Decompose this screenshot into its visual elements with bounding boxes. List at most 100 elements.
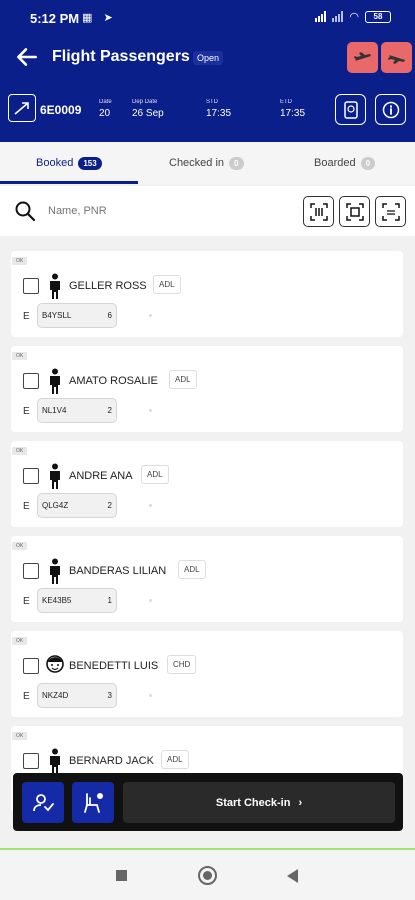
passenger-name: ANDRE ANA bbox=[69, 470, 133, 482]
wifi-icon: ◠ bbox=[349, 11, 359, 23]
tab-boarded[interactable]: Boarded 0 bbox=[314, 142, 376, 184]
booking-status: OK bbox=[12, 447, 28, 455]
passenger-name: BANDERAS LILIAN bbox=[69, 565, 167, 577]
passenger-tabs: Booked 153 Checked in 0 Boarded 0 bbox=[0, 142, 415, 184]
passenger-type-badge: ADL bbox=[141, 465, 169, 484]
passenger-card[interactable]: OK BENEDETTI LUIS CHD E NKZ4D 3 bbox=[11, 631, 403, 717]
passenger-checkbox[interactable] bbox=[23, 563, 39, 579]
recents-icon[interactable] bbox=[116, 870, 127, 881]
pnr-pax-count: 2 bbox=[107, 501, 112, 510]
child-icon bbox=[46, 655, 64, 673]
booking-status: OK bbox=[12, 732, 28, 740]
pnr-chip[interactable]: NL1V4 2 bbox=[37, 398, 117, 423]
notification-icons: ▦ ➤ bbox=[82, 12, 117, 24]
tab-label: Booked bbox=[36, 157, 74, 169]
adult-icon bbox=[50, 558, 60, 584]
passenger-name: AMATO ROSALIE bbox=[69, 375, 158, 387]
booking-status: OK bbox=[12, 352, 28, 360]
flight-status-badge: Open bbox=[193, 51, 224, 65]
back-arrow-icon[interactable] bbox=[14, 44, 40, 70]
tab-count: 153 bbox=[78, 156, 102, 170]
passenger-type-badge: CHD bbox=[167, 655, 197, 674]
tab-booked[interactable]: Booked 153 bbox=[36, 142, 102, 184]
passenger-checkbox[interactable] bbox=[23, 753, 39, 769]
info-button[interactable] bbox=[375, 94, 406, 125]
status-bar: 5:12 PM ▦ ➤ ◠ 58 bbox=[0, 0, 415, 36]
passenger-checkbox[interactable] bbox=[23, 278, 39, 294]
separator-dot bbox=[149, 504, 152, 507]
booking-status: OK bbox=[12, 542, 28, 550]
active-tab-indicator bbox=[0, 181, 138, 184]
mrz-scan-icon bbox=[381, 202, 400, 221]
passenger-checkbox[interactable] bbox=[23, 658, 39, 674]
cabin-class: E bbox=[23, 691, 30, 702]
plane-takeoff-icon bbox=[14, 102, 29, 115]
flight-info: 6E0009 Date 20 Dep Date 26 Sep STD 17:35… bbox=[0, 88, 415, 132]
pnr-code: NKZ4D bbox=[42, 691, 69, 700]
tab-count: 0 bbox=[360, 156, 376, 170]
adult-icon bbox=[50, 463, 60, 489]
adult-icon bbox=[50, 273, 60, 299]
page-title: Flight Passengers bbox=[52, 48, 190, 65]
passport-button[interactable] bbox=[335, 94, 366, 125]
tab-checked-in[interactable]: Checked in 0 bbox=[169, 142, 244, 184]
passenger-card[interactable]: OK AMATO ROSALIE ADL E NL1V4 2 bbox=[11, 346, 403, 432]
barcode-scan-button[interactable] bbox=[303, 196, 334, 227]
passenger-checkbox[interactable] bbox=[23, 468, 39, 484]
flight-field-dep-date: Dep Date 26 Sep bbox=[132, 99, 164, 119]
field-value: 17:35 bbox=[280, 108, 306, 119]
home-icon[interactable] bbox=[198, 866, 217, 885]
mrz-scan-button[interactable] bbox=[375, 196, 406, 227]
chevron-right-icon: › bbox=[298, 796, 303, 809]
signal-icon bbox=[315, 11, 327, 22]
pnr-code: NL1V4 bbox=[42, 406, 67, 415]
tab-label: Boarded bbox=[314, 157, 356, 169]
seat-map-button[interactable] bbox=[72, 782, 114, 823]
back-nav-icon[interactable] bbox=[287, 869, 298, 883]
flight-number: 6E0009 bbox=[40, 103, 82, 117]
document-scan-icon bbox=[345, 202, 364, 221]
separator-dot bbox=[149, 409, 152, 412]
plane-depart-icon bbox=[353, 51, 371, 61]
group-select-button[interactable] bbox=[22, 782, 64, 823]
arrival-button[interactable] bbox=[381, 42, 412, 73]
passenger-card[interactable]: OK GELLER ROSS ADL E B4YSLL 6 bbox=[11, 251, 403, 337]
start-checkin-label: Start Check-in bbox=[215, 796, 291, 809]
battery-level: 58 bbox=[373, 12, 383, 21]
search-input[interactable] bbox=[48, 200, 248, 222]
departure-button[interactable] bbox=[347, 42, 378, 73]
pnr-chip[interactable]: KE43B5 1 bbox=[37, 588, 117, 613]
field-label: ETD bbox=[280, 99, 292, 105]
flight-field-etd: ETD 17:35 bbox=[280, 99, 305, 119]
booking-status: OK bbox=[12, 637, 28, 645]
pnr-code: B4YSLL bbox=[42, 311, 72, 320]
search-bar bbox=[0, 186, 415, 236]
document-scan-button[interactable] bbox=[339, 196, 370, 227]
separator-dot bbox=[149, 694, 152, 697]
plane-arrive-icon bbox=[387, 54, 405, 64]
adult-icon bbox=[50, 748, 60, 774]
status-time: 5:12 PM bbox=[30, 11, 80, 26]
pnr-chip[interactable]: NKZ4D 3 bbox=[37, 683, 117, 708]
passenger-type-badge: ADL bbox=[169, 370, 197, 389]
passenger-type-badge: ADL bbox=[178, 560, 206, 579]
pnr-chip[interactable]: B4YSLL 6 bbox=[37, 303, 117, 328]
pnr-pax-count: 6 bbox=[107, 311, 112, 320]
cabin-class: E bbox=[23, 501, 30, 512]
passenger-type-badge: ADL bbox=[153, 275, 181, 294]
tab-count: 0 bbox=[229, 156, 244, 170]
passenger-checkbox[interactable] bbox=[23, 373, 39, 389]
battery-icon: 58 bbox=[365, 10, 391, 23]
pnr-chip[interactable]: QLG4Z 2 bbox=[37, 493, 117, 518]
passenger-card[interactable]: OK ANDRE ANA ADL E QLG4Z 2 bbox=[11, 441, 403, 527]
search-icon bbox=[15, 201, 36, 222]
android-nav-bar bbox=[0, 850, 415, 900]
flight-field-std: STD 17:35 bbox=[206, 99, 231, 119]
field-label: Date bbox=[99, 99, 112, 105]
passenger-card[interactable]: OK BANDERAS LILIAN ADL E KE43B5 1 bbox=[11, 536, 403, 622]
flight-icon-box bbox=[8, 94, 36, 122]
start-checkin-button[interactable]: Start Check-in › bbox=[123, 782, 395, 823]
cabin-class: E bbox=[23, 406, 30, 417]
status-icons: ◠ 58 bbox=[315, 10, 391, 23]
cabin-class: E bbox=[23, 311, 30, 322]
